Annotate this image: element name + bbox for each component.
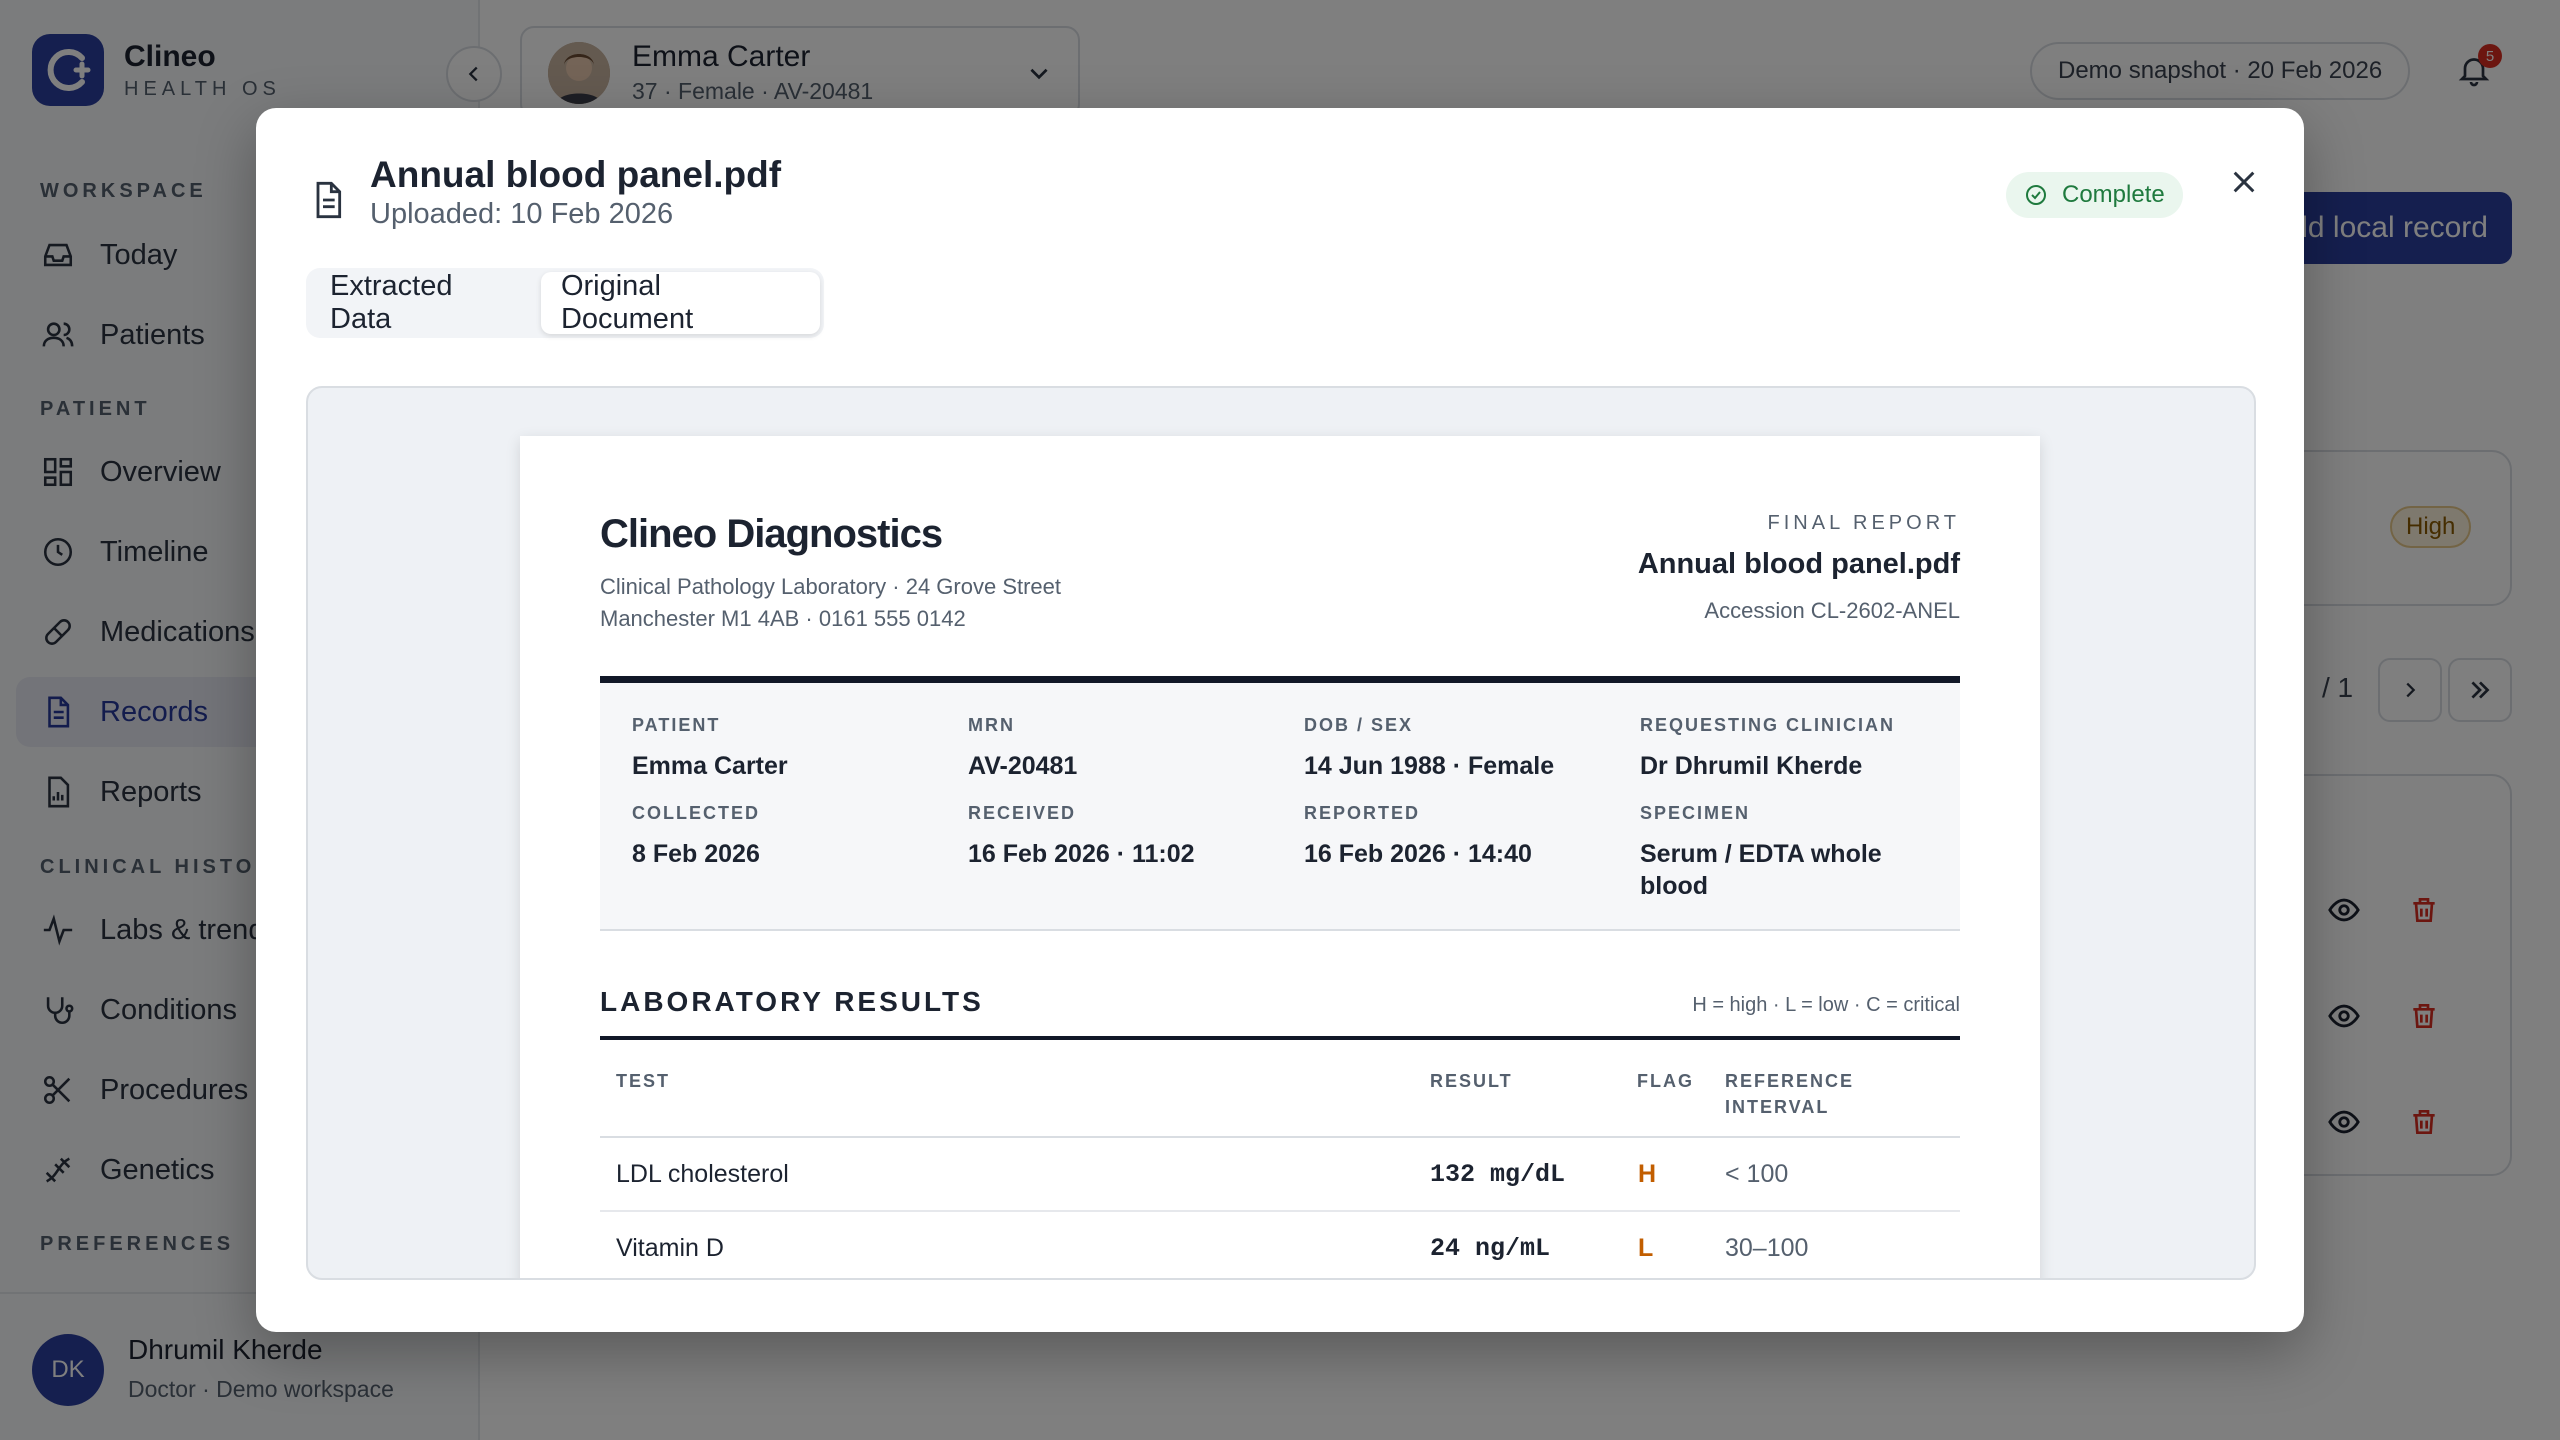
modal-title: Annual blood panel.pdf xyxy=(370,154,782,195)
results-title: LABORATORY RESULTS xyxy=(600,986,984,1017)
info-label-patient: PATIENT xyxy=(632,715,721,735)
info-label-clinician: REQUESTING CLINICIAN xyxy=(1640,715,1896,735)
modal-tabs: Extracted Data Original Document xyxy=(306,268,824,338)
info-value-received: 16 Feb 2026 · 11:02 xyxy=(968,840,1195,868)
tab-original-document[interactable]: Original Document xyxy=(540,270,820,335)
document-page: Clineo Diagnostics Clinical Pathology La… xyxy=(520,436,2040,1278)
lab-address-line1: Clinical Pathology Laboratory · 24 Grove… xyxy=(600,574,1062,599)
cell-reference: 30–100 xyxy=(1725,1234,1809,1262)
close-icon xyxy=(2233,171,2255,193)
check-circle-icon xyxy=(2026,185,2046,205)
status-badge: Complete xyxy=(2006,172,2183,218)
report-filename: Annual blood panel.pdf xyxy=(1637,548,1960,580)
info-label-mrn: MRN xyxy=(968,715,1015,735)
column-header-test: TEST xyxy=(616,1071,671,1091)
report-label: FINAL REPORT xyxy=(1767,512,1960,534)
column-header-reference-line2: INTERVAL xyxy=(1725,1097,1830,1117)
info-label-collected: COLLECTED xyxy=(632,803,760,823)
file-text-icon xyxy=(308,178,348,227)
close-button[interactable] xyxy=(2216,154,2272,210)
info-value-specimen: Serum / EDTA whole blood xyxy=(1640,840,1882,900)
lab-name: Clineo Diagnostics xyxy=(600,512,943,556)
info-label-dob: DOB / SEX xyxy=(1304,715,1414,735)
cell-test: LDL cholesterol xyxy=(616,1160,789,1188)
info-value-dob: 14 Jun 1988 · Female xyxy=(1304,752,1555,780)
info-value-clinician: Dr Dhrumil Kherde xyxy=(1640,752,1863,780)
info-label-specimen: SPECIMEN xyxy=(1640,803,1751,823)
info-label-received: RECEIVED xyxy=(968,803,1077,823)
results-legend: H = high · L = low · C = critical xyxy=(1692,994,1960,1016)
cell-flag: H xyxy=(1638,1160,1657,1188)
lab-address-line2: Manchester M1 4AB · 0161 555 0142 xyxy=(600,606,966,631)
column-header-result: RESULT xyxy=(1430,1071,1513,1091)
document-viewer[interactable]: Clineo Diagnostics Clinical Pathology La… xyxy=(306,386,2256,1280)
cell-result: 24 ng/mL xyxy=(1430,1234,1551,1263)
cell-flag: L xyxy=(1638,1234,1654,1262)
document-modal: Annual blood panel.pdf Uploaded: 10 Feb … xyxy=(256,108,2304,1332)
status-label: Complete xyxy=(2062,181,2165,208)
info-value-patient: Emma Carter xyxy=(632,752,788,780)
patient-info-grid: PATIENT Emma Carter MRN AV-20481 DOB / S… xyxy=(600,683,1960,931)
info-value-collected: 8 Feb 2026 xyxy=(632,840,760,868)
info-value-mrn: AV-20481 xyxy=(968,752,1078,780)
table-header-divider xyxy=(600,1136,1960,1138)
column-header-reference-line1: REFERENCE xyxy=(1725,1071,1855,1091)
row-divider xyxy=(600,1210,1960,1212)
cell-result: 132 mg/dL xyxy=(1430,1160,1566,1189)
info-value-reported: 16 Feb 2026 · 14:40 xyxy=(1304,840,1532,868)
modal-upload-date: Uploaded: 10 Feb 2026 xyxy=(370,198,674,230)
header-divider xyxy=(600,676,1960,683)
info-label-reported: REPORTED xyxy=(1304,803,1421,823)
results-divider xyxy=(600,1036,1960,1040)
report-accession: Accession CL-2602-ANEL xyxy=(1704,598,1960,623)
tab-extracted-data[interactable]: Extracted Data xyxy=(310,270,541,335)
column-header-flag: FLAG xyxy=(1637,1071,1694,1091)
cell-reference: < 100 xyxy=(1725,1160,1789,1188)
cell-test: Vitamin D xyxy=(616,1234,724,1262)
column-header-reference: REFERENCE INTERVAL xyxy=(1725,1068,1854,1120)
